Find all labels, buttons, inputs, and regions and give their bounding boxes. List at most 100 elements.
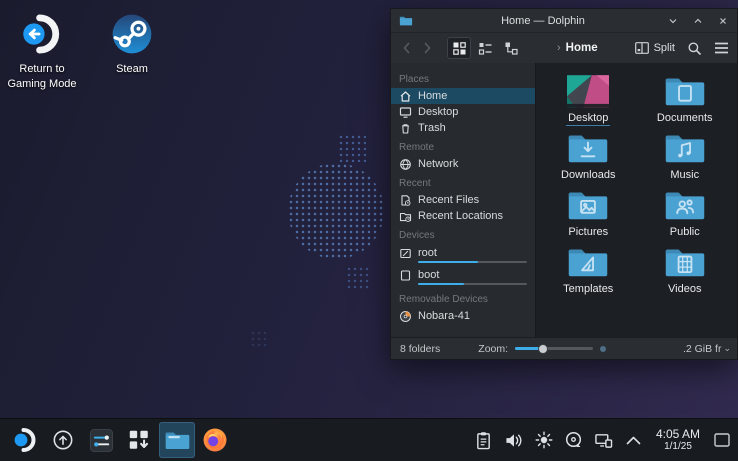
sidebar-item-label: boot [418, 269, 439, 281]
dolphin-app-icon [399, 15, 413, 27]
section-header-places: Places [391, 68, 535, 88]
taskbar-panel: 4:05 AM 1/1/25 [0, 418, 738, 461]
wallpaper-dot-square [346, 266, 370, 290]
desktop-icon-return-to-gaming-mode[interactable]: Return to Gaming Mode [6, 12, 78, 92]
breadcrumb-home[interactable]: Home [566, 42, 598, 54]
tree-view-button[interactable] [499, 37, 523, 59]
wallpaper-dot-square [338, 134, 366, 162]
firefox-icon [202, 427, 228, 453]
settings-tweaks-button[interactable] [83, 422, 119, 458]
steam-icon [110, 12, 154, 56]
sidebar-item-nobara-41[interactable]: Nobara-41 [391, 308, 535, 324]
sidebar-item-label: Nobara-41 [418, 310, 470, 322]
folder-icon-downloads [566, 130, 610, 167]
minimize-button[interactable] [667, 15, 679, 27]
folder-item-desktop[interactable]: Desktop [540, 73, 637, 127]
folder-label: Public [668, 226, 702, 239]
folder-item-videos[interactable]: Videos [637, 244, 734, 298]
dolphin-task-button[interactable] [159, 422, 195, 458]
toolbar: › Home Split [391, 33, 737, 63]
zoom-slider-handle[interactable] [538, 344, 548, 354]
speaker-icon [504, 432, 523, 449]
software-install-button[interactable] [121, 422, 157, 458]
forward-button[interactable] [419, 38, 435, 58]
clipboard-icon [475, 431, 492, 450]
desktop-icon [399, 106, 412, 119]
show-desktop-button[interactable] [712, 428, 732, 452]
desktop-icon-label: Return to Gaming Mode [6, 62, 78, 92]
trash-icon [399, 122, 412, 135]
folder-item-pictures[interactable]: Pictures [540, 187, 637, 241]
network-globe-icon [399, 158, 412, 171]
places-panel: Places Home Desktop Trash Remote [391, 63, 536, 337]
folder-item-downloads[interactable]: Downloads [540, 130, 637, 184]
update-tool-button[interactable] [45, 422, 81, 458]
split-button[interactable]: Split [635, 42, 675, 54]
menu-button[interactable] [714, 42, 729, 54]
sliders-icon [89, 428, 114, 453]
sidebar-item-boot[interactable]: boot [391, 266, 535, 282]
boot-usage-fill [418, 283, 464, 285]
folder-view[interactable]: Desktop Documents [536, 63, 737, 337]
details-view-button[interactable] [473, 37, 497, 59]
system-tray: 4:05 AM 1/1/25 [472, 428, 732, 452]
digital-clock[interactable]: 4:05 AM 1/1/25 [656, 428, 700, 452]
sidebar-item-desktop[interactable]: Desktop [391, 104, 535, 120]
recent-locations-icon [399, 210, 412, 223]
search-icon [687, 41, 702, 56]
desktop-icon-label: Steam [116, 62, 148, 77]
sidebar-item-network[interactable]: Network [391, 156, 535, 172]
sidebar-item-recent-files[interactable]: Recent Files [391, 192, 535, 208]
folder-item-public[interactable]: Public [637, 187, 734, 241]
disks-devices-tray-button[interactable] [562, 428, 586, 452]
clock-date: 1/1/25 [656, 441, 700, 452]
sidebar-item-label: Network [418, 158, 458, 170]
wallpaper-dot-square [250, 330, 270, 350]
folder-item-music[interactable]: Music [637, 130, 734, 184]
folder-icon-desktop [566, 73, 610, 110]
zoom-slider[interactable] [515, 347, 593, 350]
sidebar-item-label: Trash [418, 122, 446, 134]
free-space-chevron-icon[interactable]: ⌄ [723, 343, 731, 354]
clipboard-tray-button[interactable] [472, 428, 496, 452]
hamburger-icon [714, 42, 729, 54]
folder-item-documents[interactable]: Documents [637, 73, 734, 127]
dolphin-window: Home — Dolphin [390, 8, 738, 360]
sidebar-item-recent-locations[interactable]: Recent Locations [391, 208, 535, 224]
folder-icon-documents [663, 73, 707, 110]
icons-view-button[interactable] [447, 37, 471, 59]
back-button[interactable] [399, 38, 415, 58]
sidebar-item-trash[interactable]: Trash [391, 120, 535, 136]
update-arrow-icon [51, 428, 75, 452]
app-launcher-button[interactable] [7, 422, 43, 458]
tray-expander-button[interactable] [622, 428, 646, 452]
section-header-remote: Remote [391, 136, 535, 156]
folder-label: Desktop [566, 112, 610, 126]
maximize-button[interactable] [692, 15, 704, 27]
screen-layout-tray-button[interactable] [592, 428, 616, 452]
sidebar-item-label: Home [418, 90, 447, 102]
titlebar[interactable]: Home — Dolphin [391, 9, 737, 33]
sidebar-item-home[interactable]: Home [391, 88, 535, 104]
disc-devices-icon [565, 431, 583, 449]
boot-usage-bar [418, 283, 527, 285]
zoom-label: Zoom: [478, 343, 508, 355]
screen-layout-icon [594, 432, 613, 449]
desktop-icon-steam[interactable]: Steam [96, 12, 168, 92]
volume-tray-button[interactable] [502, 428, 526, 452]
clock-time: 4:05 AM [656, 428, 700, 441]
firefox-task-button[interactable] [197, 422, 233, 458]
brightness-tray-button[interactable] [532, 428, 556, 452]
recent-files-icon [399, 194, 412, 207]
zoom-in-icon[interactable] [600, 346, 606, 352]
folder-label: Music [668, 169, 701, 182]
statusbar: 8 folders Zoom: .2 GiB fr ⌄ [391, 337, 737, 359]
folder-icon-pictures [566, 187, 610, 224]
split-label: Split [654, 42, 675, 54]
sidebar-item-root[interactable]: root [391, 244, 535, 260]
breadcrumb[interactable]: › Home [557, 42, 598, 54]
close-button[interactable] [717, 15, 729, 27]
folder-label: Pictures [566, 226, 610, 239]
folder-item-templates[interactable]: Templates [540, 244, 637, 298]
search-button[interactable] [687, 41, 702, 56]
